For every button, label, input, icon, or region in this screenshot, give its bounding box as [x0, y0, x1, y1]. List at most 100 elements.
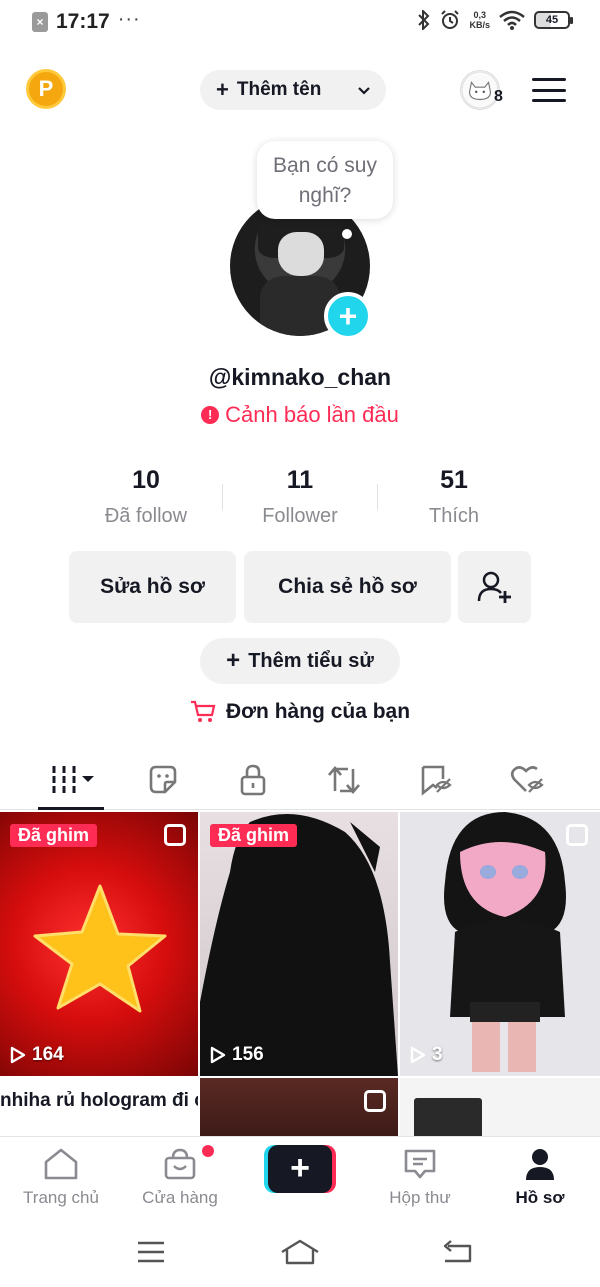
video-tile[interactable]: 3	[400, 812, 600, 1076]
repost-icon	[328, 766, 360, 794]
menu-hamburger-icon[interactable]	[532, 78, 566, 102]
stat-following-label: Đã follow	[104, 505, 188, 527]
tab-stickers[interactable]	[133, 758, 193, 802]
add-friend-button[interactable]	[458, 551, 531, 623]
lock-icon	[240, 764, 266, 796]
favorites-icon	[421, 765, 452, 796]
recent-apps-icon[interactable]	[136, 1240, 166, 1264]
add-avatar-plus-icon[interactable]: +	[324, 292, 372, 340]
orders-label: Đơn hàng của bạn	[225, 700, 411, 723]
video-tile[interactable]: Đã ghim 156	[200, 812, 398, 1076]
video-tile[interactable]	[400, 1078, 600, 1142]
tab-videos[interactable]	[44, 758, 104, 802]
video-caption: nhiha rủ hologram đi c	[0, 1090, 198, 1111]
coin-icon[interactable]: P	[26, 69, 66, 109]
stat-likes-label: Thích	[428, 505, 480, 527]
tab-private[interactable]	[223, 758, 283, 802]
view-count-value: 164	[32, 1044, 64, 1065]
tab-favorites[interactable]	[405, 758, 465, 802]
warning-label: Cảnh báo lần đầu	[225, 402, 399, 427]
home-button-icon[interactable]	[280, 1238, 320, 1266]
nav-shop-label: Cửa hàng	[142, 1188, 218, 1207]
username: @kimnako_chan	[208, 364, 392, 390]
view-count: 3	[410, 1044, 443, 1066]
back-icon[interactable]	[442, 1240, 472, 1264]
bottom-navigation: Trang chủ Cửa hàng + Hộp thư Hồ sơ	[0, 1136, 600, 1216]
wifi-icon	[499, 10, 525, 30]
view-count-value: 156	[232, 1044, 264, 1065]
profile-stats: 10 Đã follow 11 Follower 51 Thích	[0, 466, 600, 536]
plus-icon: +	[226, 647, 241, 674]
play-icon	[210, 1046, 226, 1064]
add-name-button[interactable]: + Thêm tên	[200, 70, 386, 110]
first-warning-link[interactable]: ! Cảnh báo lần đầu	[0, 402, 600, 428]
status-more-dots: ···	[117, 7, 141, 30]
stat-following[interactable]: 10 Đã follow	[66, 466, 226, 528]
shop-bag-icon	[164, 1148, 196, 1180]
active-tab-indicator	[38, 807, 104, 810]
pinned-badge: Đã ghim	[210, 824, 298, 847]
bluetooth-icon	[418, 10, 430, 30]
your-orders-link[interactable]: Đơn hàng của bạn	[0, 700, 600, 724]
stat-following-value: 10	[132, 466, 160, 494]
multi-photo-icon	[364, 1090, 386, 1112]
share-profile-button[interactable]: Chia sẻ hồ sơ	[244, 551, 451, 623]
profile-tabs	[0, 752, 600, 810]
edit-profile-button[interactable]: Sửa hồ sơ	[69, 551, 236, 623]
video-tile[interactable]	[200, 1078, 398, 1142]
play-icon	[10, 1046, 26, 1064]
pinned-badge: Đã ghim	[10, 824, 98, 847]
add-name-label: Thêm tên	[236, 79, 322, 100]
system-navigation-bar	[0, 1218, 600, 1287]
nav-profile[interactable]: Hồ sơ	[485, 1147, 595, 1208]
inbox-icon	[404, 1149, 436, 1179]
nav-profile-label: Hồ sơ	[515, 1188, 565, 1207]
network-speed: 0,3 KB/s	[469, 10, 490, 30]
status-time: 17:17	[56, 10, 110, 33]
view-count-value: 3	[432, 1044, 443, 1065]
network-speed-unit: KB/s	[469, 20, 490, 30]
friends-count: 8	[494, 88, 503, 105]
nav-home[interactable]: Trang chủ	[6, 1147, 116, 1208]
view-count: 164	[10, 1044, 64, 1066]
nav-home-label: Trang chủ	[23, 1188, 99, 1207]
thought-bubble-tail	[342, 229, 352, 239]
home-icon	[44, 1148, 78, 1180]
add-user-icon	[477, 571, 511, 603]
thought-bubble[interactable]: Bạn có suy nghĩ?	[257, 141, 393, 219]
stat-followers-label: Follower	[262, 505, 338, 527]
network-speed-value: 0,3	[473, 10, 486, 20]
plus-icon: +	[216, 77, 229, 102]
alarm-icon	[441, 10, 460, 29]
stat-likes-value: 51	[440, 466, 468, 494]
stat-likes[interactable]: 51 Thích	[374, 466, 534, 528]
silhouette-thumbnail	[200, 814, 398, 1076]
add-bio-label: Thêm tiểu sử	[248, 649, 374, 672]
battery-indicator: 45	[534, 11, 573, 29]
notification-dot	[202, 1145, 214, 1157]
multi-photo-icon	[566, 824, 588, 846]
add-bio-button[interactable]: + Thêm tiểu sử	[200, 638, 400, 684]
chevron-down-icon	[358, 87, 370, 95]
tab-liked[interactable]	[497, 758, 557, 802]
stat-followers[interactable]: 11 Follower	[220, 466, 380, 528]
create-button[interactable]: +	[264, 1145, 336, 1193]
plus-icon: +	[268, 1145, 332, 1193]
view-count: 156	[210, 1044, 264, 1066]
sticker-icon	[149, 765, 177, 794]
videos-grid-icon	[52, 766, 94, 794]
nav-shop[interactable]: Cửa hàng	[125, 1147, 235, 1208]
multi-photo-icon	[164, 824, 186, 846]
play-icon	[410, 1046, 426, 1064]
character-thumbnail	[444, 812, 566, 1072]
status-bar: × 17:17 ··· 0,3 KB/s 45	[0, 0, 600, 48]
nav-inbox-label: Hộp thư	[389, 1188, 451, 1207]
video-tile[interactable]: Đã ghim 164	[0, 812, 198, 1076]
status-right: 0,3 KB/s 45	[417, 10, 573, 30]
friends-button[interactable]: 8	[460, 70, 510, 110]
shopping-cart-icon	[190, 700, 216, 722]
nav-inbox[interactable]: Hộp thư	[365, 1147, 475, 1208]
star-thumbnail-icon	[33, 884, 167, 1013]
tab-reposts[interactable]	[314, 758, 374, 802]
liked-icon	[510, 766, 544, 793]
